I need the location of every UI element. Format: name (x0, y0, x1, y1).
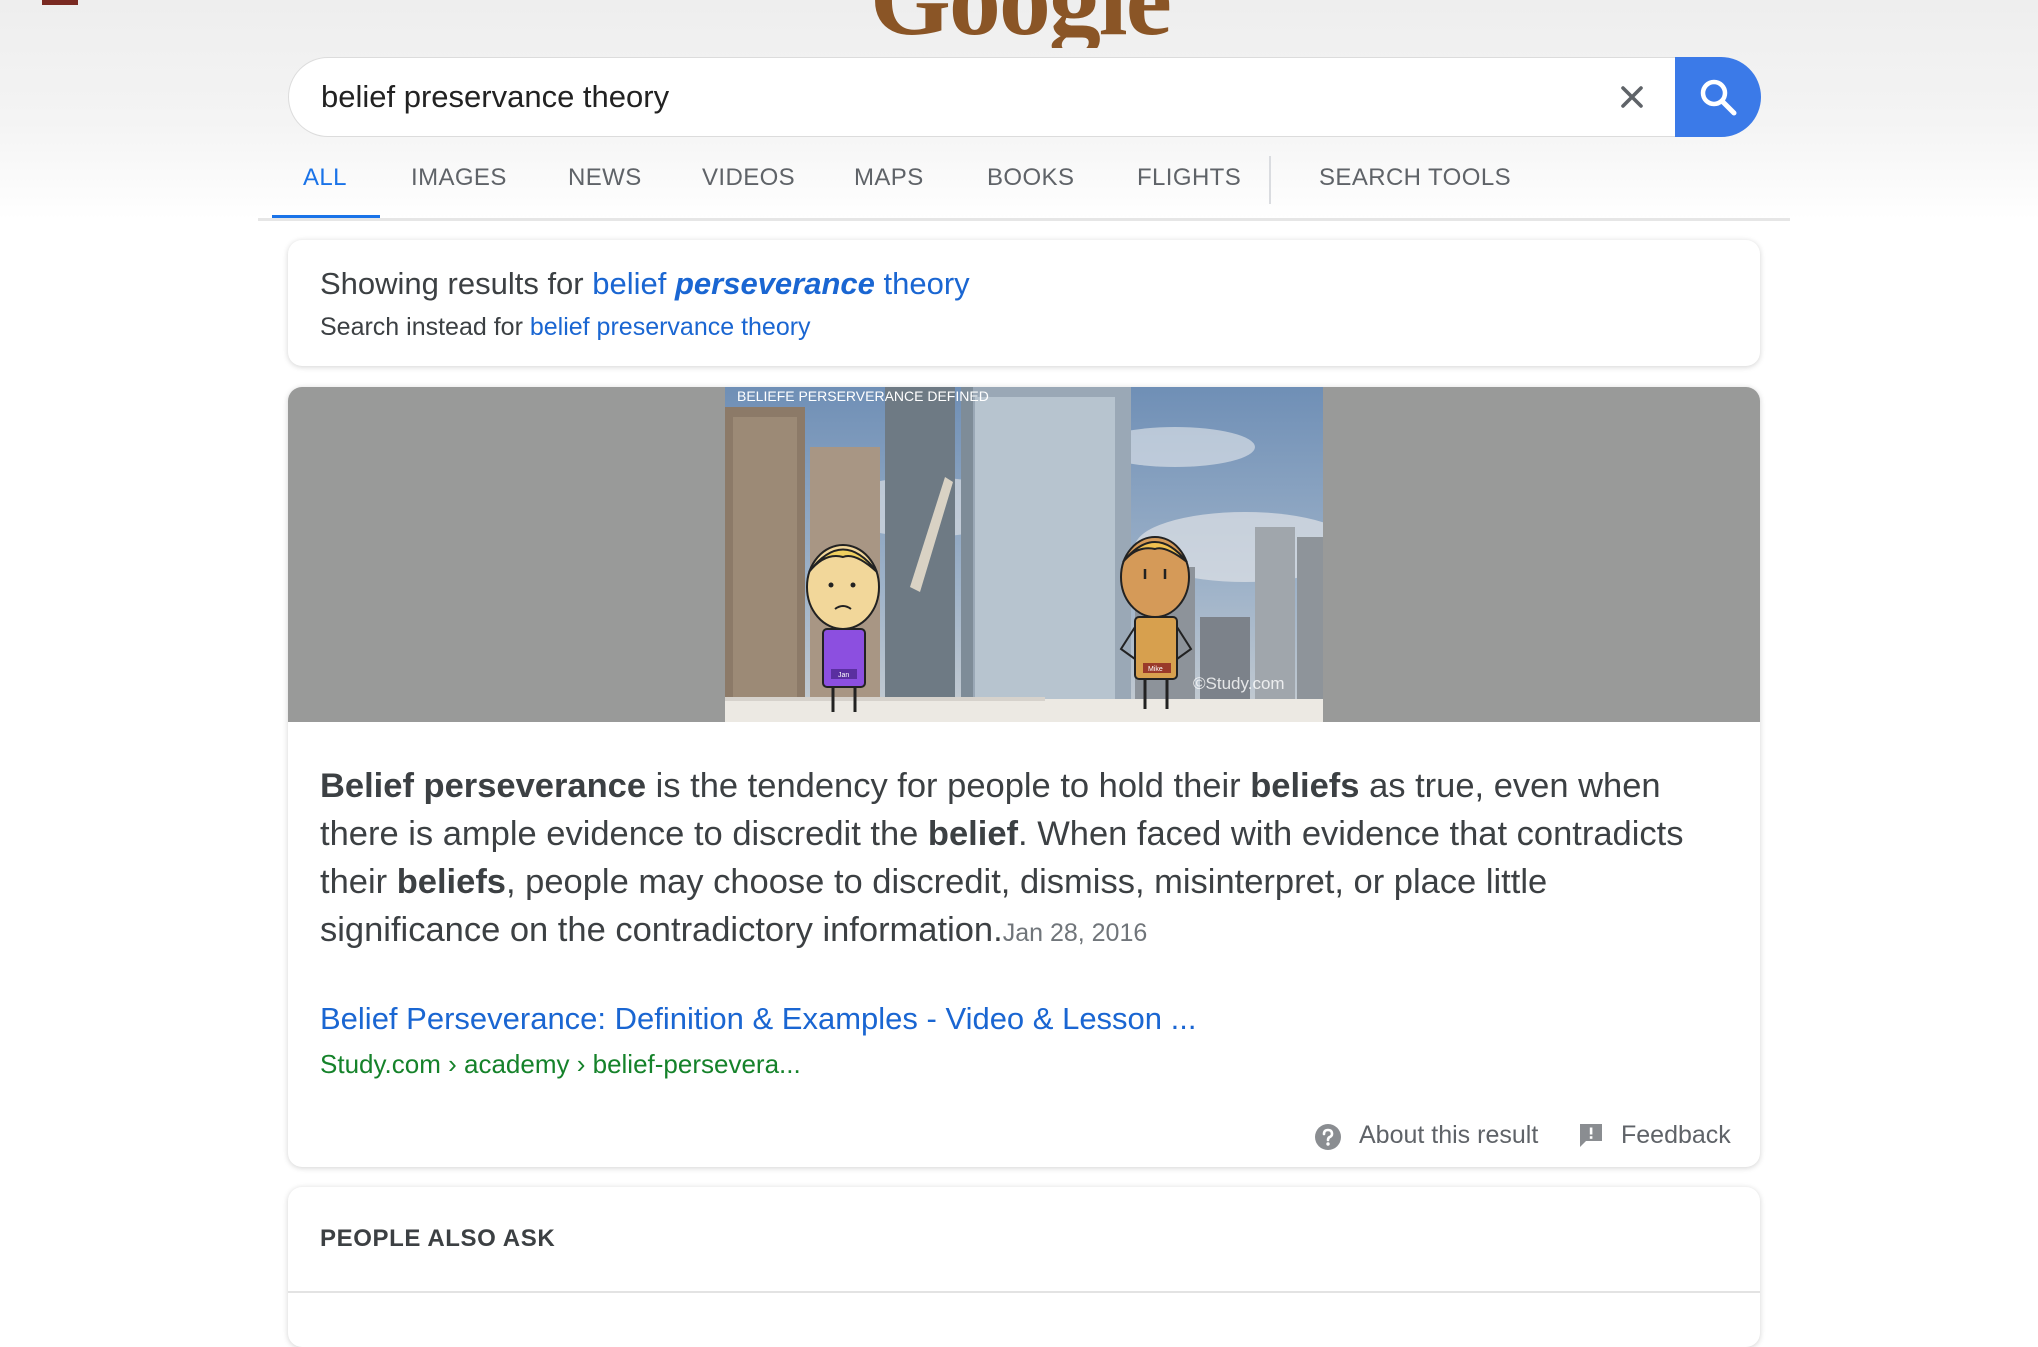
spelling-correction-card: Showing results for belief perseverance … (288, 240, 1760, 366)
character-name-mike: Mike (1148, 666, 1163, 673)
snippet-date: Jan 28, 2016 (1002, 919, 1148, 947)
tab-all[interactable]: ALL (303, 164, 347, 192)
menu-icon-edge[interactable] (42, 0, 78, 5)
original-query-link[interactable]: belief preservance theory (530, 313, 811, 341)
tab-videos[interactable]: VIDEOS (702, 164, 795, 192)
google-doodle-logo[interactable]: Google (870, 0, 1180, 48)
tab-news[interactable]: NEWS (568, 164, 642, 192)
featured-snippet-card: BELIEFE PERSERVERANCE DEFINED Jan Mike ©… (288, 387, 1760, 1167)
result-title-link[interactable]: Belief Perseverance: Definition & Exampl… (320, 1001, 1197, 1037)
tab-divider (1269, 156, 1271, 204)
corrected-query-link[interactable]: belief perseverance theory (592, 266, 969, 301)
showing-results-prefix: Showing results for (320, 266, 593, 301)
tab-images[interactable]: IMAGES (411, 164, 507, 192)
snippet-bold-term: belief (927, 815, 1019, 853)
paa-divider (288, 1291, 1760, 1293)
clear-button[interactable] (1612, 77, 1652, 117)
feedback-icon[interactable] (1578, 1122, 1604, 1148)
snippet-description: Belief perseverance is the tendency for … (320, 762, 1720, 957)
image-caption: BELIEFE PERSERVERANCE DEFINED (737, 388, 989, 404)
search-instead-prefix: Search instead for (320, 313, 530, 341)
cartoon-city-illustration: BELIEFE PERSERVERANCE DEFINED Jan Mike ©… (725, 387, 1323, 722)
snippet-bold-term: Belief perseverance (320, 767, 647, 805)
close-icon (1621, 86, 1643, 108)
character-name-jan: Jan (838, 672, 849, 679)
tab-books[interactable]: BOOKS (987, 164, 1074, 192)
about-this-result-link[interactable]: About this result (1359, 1121, 1538, 1150)
snippet-bold-term: beliefs (1250, 767, 1360, 805)
tab-flights[interactable]: FLIGHTS (1137, 164, 1241, 192)
snippet-text-segment: is the tendency for people to hold their (646, 767, 1251, 805)
search-icon (1700, 79, 1737, 116)
feedback-link[interactable]: Feedback (1621, 1121, 1731, 1150)
people-also-ask-card: PEOPLE ALSO ASK (288, 1187, 1760, 1347)
corrected-query-word: perseverance (674, 266, 875, 301)
snippet-thumbnail[interactable]: BELIEFE PERSERVERANCE DEFINED Jan Mike ©… (725, 387, 1323, 722)
search-button[interactable] (1675, 57, 1761, 137)
search-bar (288, 57, 1760, 137)
help-icon[interactable] (1314, 1123, 1342, 1151)
image-watermark: ©Study.com (1193, 674, 1285, 693)
showing-results-line: Showing results for belief perseverance … (320, 266, 970, 302)
search-tabs: ALL IMAGES NEWS VIDEOS MAPS BOOKS FLIGHT… (258, 150, 1790, 220)
tabs-divider (258, 218, 1790, 221)
tab-maps[interactable]: MAPS (854, 164, 924, 192)
corrected-query-word: theory (874, 266, 970, 301)
search-instead-line: Search instead for belief preservance th… (320, 313, 811, 342)
result-url: Study.com › academy › belief-persevera..… (320, 1049, 801, 1079)
tab-search-tools[interactable]: SEARCH TOOLS (1319, 164, 1511, 192)
people-also-ask-title: PEOPLE ALSO ASK (320, 1225, 556, 1252)
search-input[interactable] (321, 58, 1561, 136)
snippet-bold-term: beliefs (396, 863, 506, 901)
corrected-query-word: belief (592, 266, 675, 301)
